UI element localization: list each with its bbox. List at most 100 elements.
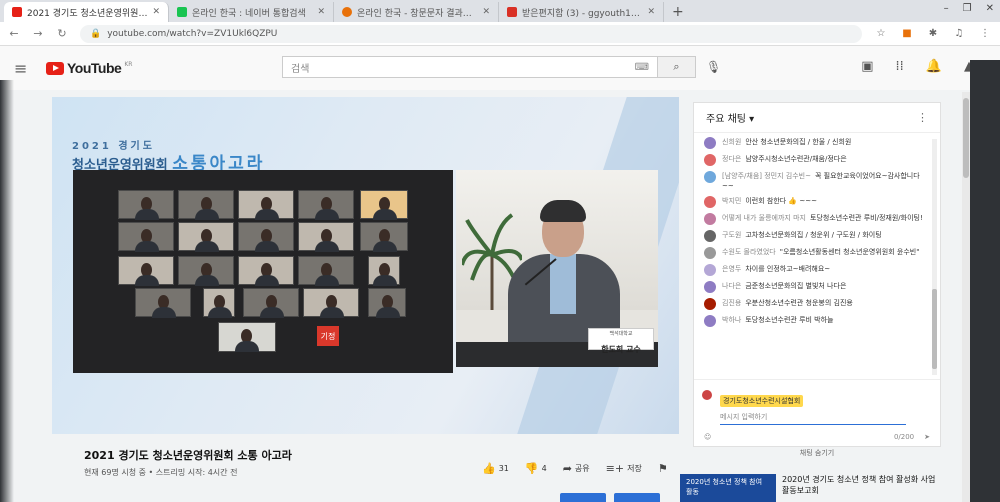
reload-icon[interactable]: ↻ — [56, 27, 68, 40]
close-tab-icon[interactable]: ✕ — [152, 7, 160, 17]
chat-author[interactable]: [남양주/채움] 정민지 김수빈~ — [722, 172, 811, 180]
youtube-logo[interactable]: YouTube KR — [46, 60, 132, 76]
chat-avatar[interactable] — [704, 196, 716, 208]
participant-tile — [238, 222, 294, 252]
emoji-icon[interactable]: ☺ — [704, 433, 711, 441]
close-tab-icon[interactable]: ✕ — [317, 7, 325, 17]
youtube-masthead: ≡ YouTube KR 검색 ⌨ ⌕ 🎙 ▣ ⁞⁞ 🔔 ▲ — [0, 46, 1000, 90]
kebab-menu-icon[interactable]: ⋮ — [978, 28, 992, 39]
participant-tile — [118, 256, 174, 286]
chat-author[interactable]: 박지민 — [722, 197, 741, 205]
bookmark-star-icon[interactable]: ☆ — [874, 28, 888, 39]
chat-avatar[interactable] — [704, 230, 716, 242]
my-avatar — [702, 390, 712, 400]
send-icon[interactable]: ➤ — [924, 433, 930, 441]
flag-icon: ⚑ — [657, 462, 668, 475]
extension-icon[interactable]: ■ — [900, 28, 914, 39]
report-button[interactable]: ⚑ — [658, 462, 668, 475]
tab-title: 온라인 한국 : 네이버 통합검색 — [192, 8, 306, 19]
share-button[interactable]: ➦ 공유 — [563, 462, 590, 475]
back-arrow-icon[interactable]: ← — [8, 27, 20, 40]
chat-author[interactable]: 구도원 — [722, 231, 741, 239]
apps-grid-icon[interactable]: ⁞⁞ — [896, 59, 904, 74]
page-scrollbar[interactable] — [962, 92, 970, 502]
keyboard-icon[interactable]: ⌨ — [635, 62, 649, 73]
chat-message: 수원도 몰라였었다 "오름청소년활동센터 청소년운영위원회 윤수빈" — [704, 247, 930, 259]
chat-mode-dropdown[interactable]: 주요 채팅 ▾ — [706, 110, 754, 125]
chat-author[interactable]: 은영두 — [722, 265, 741, 273]
browser-tab-gmail[interactable]: 받은편지함 (3) - ggyouth16@g... ✕ — [499, 2, 664, 22]
video-player[interactable]: 2021 경기도 청소년운영위원회 소통아고라 기정 백석대학교 한도희 교수 — [52, 97, 679, 434]
participant-tile — [135, 288, 191, 318]
dislike-button[interactable]: 👎 4 — [525, 462, 547, 475]
browser-tab-strip: 2021 경기도 청소년운영위원회 소통 아고라 ✕ 온라인 한국 : 네이버 … — [0, 0, 1000, 22]
forward-arrow-icon[interactable]: → — [32, 27, 44, 40]
puzzle-icon[interactable]: ✱ — [926, 28, 940, 39]
chat-avatar[interactable] — [704, 171, 716, 183]
chat-author[interactable]: 신희원 — [722, 138, 741, 146]
youtube-play-icon — [46, 61, 64, 75]
chat-avatar[interactable] — [704, 281, 716, 293]
chat-author[interactable]: 정다은 — [722, 155, 741, 163]
new-tab-button[interactable]: + — [664, 2, 692, 22]
screen: 2021 경기도 청소년운영위원회 소통 아고라 ✕ 온라인 한국 : 네이버 … — [0, 0, 1000, 502]
browser-tab-search-results[interactable]: 온라인 한국 - 창문문자 결과목록 ... ✕ — [334, 2, 499, 22]
recommended-video-title[interactable]: 2020년 경기도 청소년 정책 참여 활성화 사업 활동보고회 — [782, 474, 942, 496]
chat-author[interactable]: 어떻게 내가 울릉에까지 마지 — [722, 214, 806, 222]
chat-avatar[interactable] — [704, 137, 716, 149]
participant-tile — [238, 190, 294, 220]
close-tab-icon[interactable]: ✕ — [482, 7, 490, 17]
chat-avatar[interactable] — [704, 247, 716, 259]
thumbs-down-icon: 👎 — [524, 462, 539, 475]
chat-author[interactable]: 나다은 — [722, 282, 741, 290]
create-video-icon[interactable]: ▣ — [861, 59, 873, 74]
close-window-button[interactable]: ✕ — [986, 3, 994, 14]
chat-avatar[interactable] — [704, 154, 716, 166]
notifications-bell-icon[interactable]: 🔔 — [926, 59, 942, 74]
close-tab-icon[interactable]: ✕ — [647, 7, 655, 17]
chat-avatar[interactable] — [704, 298, 716, 310]
search-input[interactable]: 검색 ⌨ — [282, 56, 658, 78]
chat-avatar[interactable] — [704, 264, 716, 276]
media-icon[interactable]: ♫ — [952, 28, 966, 39]
kebab-menu-icon[interactable]: ⋮ — [917, 111, 928, 124]
search-button[interactable]: ⌕ — [658, 56, 696, 78]
participant-tile — [178, 256, 234, 286]
speaker-nameplate: 백석대학교 한도희 교수 — [588, 328, 654, 354]
microphone-icon[interactable]: 🎙 — [706, 60, 721, 74]
youtube-logo-text: YouTube — [67, 60, 122, 76]
chat-message-input[interactable]: 메시지 입력하기 — [720, 412, 906, 425]
like-count: 31 — [498, 464, 509, 473]
participant-tile — [298, 190, 354, 220]
recommended-video-thumbnail[interactable]: 2020년 청소년 정책 참여 활동 — [680, 474, 776, 502]
chat-header: 주요 채팅 ▾ ⋮ — [694, 103, 940, 133]
playlist-add-icon: ≡+ — [605, 462, 625, 475]
maximize-button[interactable]: ❐ — [963, 3, 972, 14]
chat-avatar[interactable] — [704, 213, 716, 225]
browser-tab-youtube[interactable]: 2021 경기도 청소년운영위원회 소통 아고라 ✕ — [4, 2, 169, 22]
join-button[interactable] — [560, 493, 606, 502]
minimize-button[interactable]: – — [944, 3, 949, 14]
lock-icon: 🔒 — [90, 28, 102, 39]
chat-message-body: 김진용 우분산청소년수련관 청운봉의 김진용 — [722, 298, 853, 310]
masthead-actions: ▣ ⁞⁞ 🔔 ▲ — [861, 59, 974, 74]
chat-message-body: 박하나 토당청소년수련관 루비 박하늘 — [722, 315, 834, 327]
chat-avatar[interactable] — [704, 315, 716, 327]
participant-tile — [360, 222, 408, 252]
chat-scrollbar[interactable] — [932, 139, 937, 375]
subscribe-button[interactable] — [614, 493, 660, 502]
chat-compose: 경기도청소년수련시설협회 메시지 입력하기 ☺ 0/200 ➤ — [694, 379, 940, 447]
chat-author[interactable]: 김진용 — [722, 299, 741, 307]
chat-author[interactable]: 수원도 몰라였었다 — [722, 248, 776, 256]
save-button[interactable]: ≡+ 저장 — [606, 462, 642, 475]
url-field[interactable]: 🔒 youtube.com/watch?v=ZV1Ukl6QZPU — [80, 24, 862, 43]
chat-author[interactable]: 박하나 — [722, 316, 741, 324]
participant-tile — [178, 222, 234, 252]
hamburger-menu-icon[interactable]: ≡ — [14, 59, 36, 78]
participant-tile — [298, 256, 354, 286]
browser-tab-naver[interactable]: 온라인 한국 : 네이버 통합검색 ✕ — [169, 2, 334, 22]
like-button[interactable]: 👍 31 — [482, 462, 509, 475]
chat-text: 차이를 인정하고~배려해요~ — [745, 265, 831, 273]
region-code: KR — [124, 60, 133, 68]
hide-chat-button[interactable]: 채팅 숨기기 — [693, 448, 941, 458]
